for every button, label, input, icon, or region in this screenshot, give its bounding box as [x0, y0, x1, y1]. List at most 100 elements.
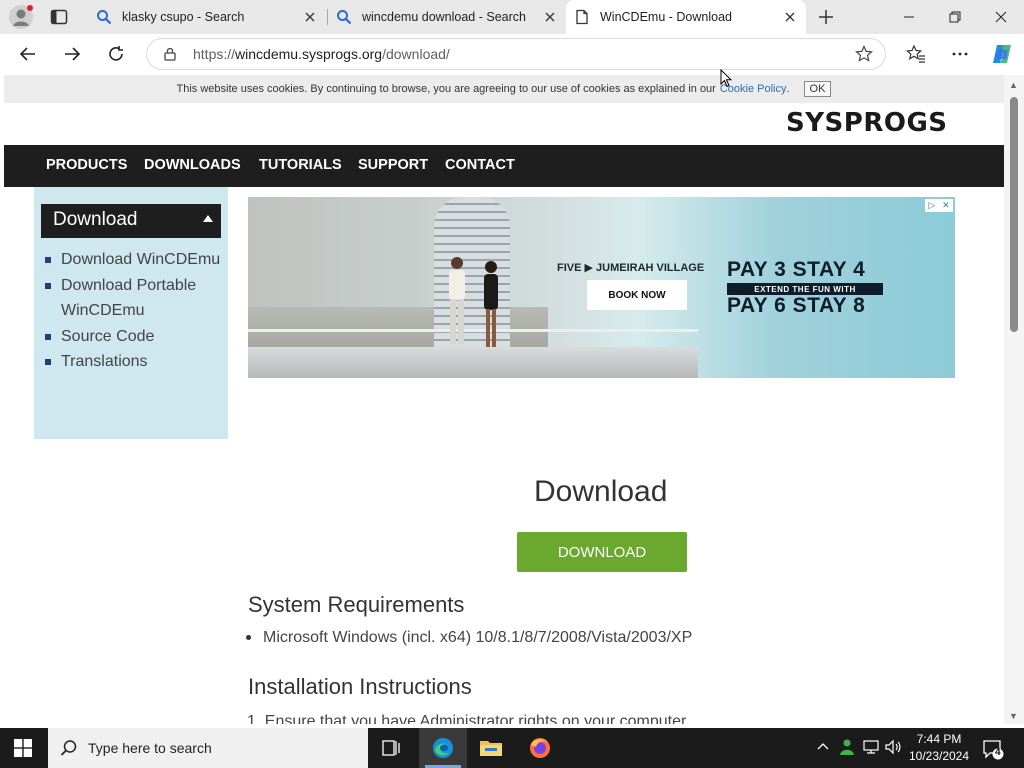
- ad-book-now-button[interactable]: BOOK NOW: [587, 280, 687, 310]
- navigation-bar: https://wincdemu.sysprogs.org/download/: [0, 34, 1024, 74]
- bullet-icon: [45, 333, 51, 340]
- close-icon: [545, 12, 555, 22]
- windows-start-icon[interactable]: [14, 739, 32, 757]
- notification-count: 4: [995, 747, 1001, 758]
- ad-headline-1: PAY 3 STAY 4: [727, 258, 866, 281]
- avatar-icon: [9, 5, 33, 29]
- sidebar-header[interactable]: Download: [41, 204, 221, 238]
- refresh-icon: [109, 46, 123, 61]
- cookie-ok-button[interactable]: OK: [803, 81, 832, 97]
- menu-item-tutorials[interactable]: TUTORIALS: [259, 157, 342, 173]
- notification-center-button[interactable]: 4: [982, 738, 1004, 760]
- page-viewport: This website uses cookies. By continuing…: [4, 75, 1004, 724]
- more-options-button[interactable]: [948, 42, 972, 66]
- menu-item-support[interactable]: SUPPORT: [358, 157, 428, 173]
- menu-item-contact[interactable]: CONTACT: [445, 157, 515, 173]
- taskbar-edge[interactable]: [419, 728, 467, 768]
- ad-railing: [248, 329, 698, 332]
- sysprogs-logo[interactable]: SYSPROGS: [786, 108, 948, 138]
- sidebar-item-download-portable[interactable]: Download Portable WinCDEmu: [42, 273, 222, 324]
- sidebar-item-translations[interactable]: Translations: [42, 349, 222, 375]
- minimize-button[interactable]: [886, 0, 932, 34]
- close-icon: [305, 12, 315, 22]
- close-window-button[interactable]: [978, 0, 1024, 34]
- close-icon: [785, 12, 795, 22]
- close-tab-button[interactable]: [300, 7, 320, 27]
- requirements-heading: System Requirements: [248, 592, 465, 617]
- ad-brand: FIVE ▶ JUMEIRAH VILLAGE: [557, 262, 705, 274]
- mouse-cursor-icon: [720, 69, 732, 88]
- download-button[interactable]: DOWNLOAD: [517, 532, 687, 572]
- folder-icon: [480, 741, 502, 756]
- task-view-button[interactable]: [368, 728, 416, 768]
- tray-user-icon-button[interactable]: [838, 738, 856, 756]
- ad-info-icon[interactable]: ▷: [928, 200, 935, 211]
- close-icon: [995, 11, 1007, 23]
- url-host: wincdemu.sysprogs.org: [235, 46, 383, 62]
- taskbar-search-box[interactable]: Type here to search: [48, 728, 368, 768]
- close-tab-button[interactable]: [780, 7, 800, 27]
- tab-wincdemu-search[interactable]: wincdemu download - Search: [328, 0, 566, 34]
- scroll-down-arrow-icon[interactable]: ▼: [1009, 711, 1018, 721]
- scrollbar-thumb[interactable]: [1010, 97, 1018, 332]
- tab-title: klasky csupo - Search: [122, 10, 245, 24]
- forward-button[interactable]: [60, 42, 84, 66]
- tab-klasky-csupo[interactable]: klasky csupo - Search: [88, 0, 326, 34]
- tab-actions-button[interactable]: [50, 8, 68, 26]
- ad-close-icon[interactable]: ✕: [942, 200, 950, 211]
- back-button[interactable]: [16, 42, 40, 66]
- collapse-arrow-icon[interactable]: [203, 215, 213, 222]
- favorites-button[interactable]: [904, 42, 928, 66]
- tab-actions-icon: [50, 9, 68, 25]
- menu-item-products[interactable]: PRODUCTS: [46, 157, 127, 173]
- menu-item-downloads[interactable]: DOWNLOADS: [144, 157, 241, 173]
- bullet-icon: [45, 282, 51, 289]
- installation-heading: Installation Instructions: [248, 674, 472, 699]
- task-view-icon: [382, 740, 400, 756]
- clock-time: 7:44 PM: [916, 732, 962, 746]
- tab-strip: klasky csupo - Search wincdemu download …: [0, 0, 1024, 34]
- new-tab-button[interactable]: [816, 7, 836, 27]
- url-text[interactable]: https://wincdemu.sysprogs.org/download/: [193, 46, 450, 62]
- taskbar-file-explorer[interactable]: [467, 728, 515, 768]
- sidebar-item-source-code[interactable]: Source Code: [42, 324, 222, 350]
- tab-title: wincdemu download - Search: [362, 10, 526, 24]
- tab-title: WinCDEmu - Download: [600, 10, 732, 24]
- tray-volume-button[interactable]: [884, 738, 902, 756]
- sidebar-item-download-wincdemu[interactable]: Download WinCDEmu: [42, 247, 222, 273]
- firefox-icon: [530, 738, 550, 758]
- tab-wincdemu-download[interactable]: WinCDEmu - Download: [566, 0, 806, 34]
- search-icon: [97, 10, 112, 25]
- page-scrollbar[interactable]: ▲ ▼: [1004, 75, 1024, 724]
- sidebar-item-label: Translations: [61, 353, 148, 370]
- cookie-text: This website uses cookies. By continuing…: [176, 83, 716, 95]
- favorite-star-icon[interactable]: [855, 45, 873, 63]
- taskbar-clock[interactable]: 7:44 PM 10/23/2024: [905, 731, 973, 765]
- refresh-button[interactable]: [104, 42, 128, 66]
- scroll-up-arrow-icon[interactable]: ▲: [1009, 80, 1018, 90]
- ad-headline-2: PAY 6 STAY 8: [727, 294, 866, 317]
- advertisement-banner[interactable]: FIVE ▶ JUMEIRAH VILLAGE BOOK NOW PAY 3 S…: [248, 197, 955, 378]
- lock-icon[interactable]: [163, 47, 177, 61]
- clock-date: 10/23/2024: [908, 749, 970, 763]
- page-title: Download: [534, 475, 668, 508]
- favorites-icon: [906, 44, 925, 63]
- sidebar-item-label: Download WinCDEmu: [61, 251, 221, 268]
- installation-step: 1. Ensure that you have Administrator ri…: [247, 713, 687, 724]
- taskbar-firefox[interactable]: [516, 728, 564, 768]
- bullet-icon: [45, 359, 51, 365]
- copilot-button[interactable]: [990, 42, 1014, 66]
- url-scheme: https://: [193, 46, 236, 62]
- sidebar-item-label: Source Code: [61, 327, 155, 345]
- ad-choices[interactable]: ▷ ✕: [925, 199, 953, 212]
- tray-network-button[interactable]: [862, 738, 880, 756]
- address-bar[interactable]: https://wincdemu.sysprogs.org/download/: [146, 38, 886, 70]
- search-icon: [60, 740, 77, 756]
- restore-button[interactable]: [932, 0, 978, 34]
- profile-avatar[interactable]: [8, 4, 34, 30]
- cookie-banner: This website uses cookies. By continuing…: [4, 75, 1004, 103]
- show-hidden-icons-button[interactable]: [814, 738, 832, 756]
- speaker-icon: [885, 739, 901, 755]
- close-tab-button[interactable]: [540, 7, 560, 27]
- bullet-icon: [45, 257, 51, 263]
